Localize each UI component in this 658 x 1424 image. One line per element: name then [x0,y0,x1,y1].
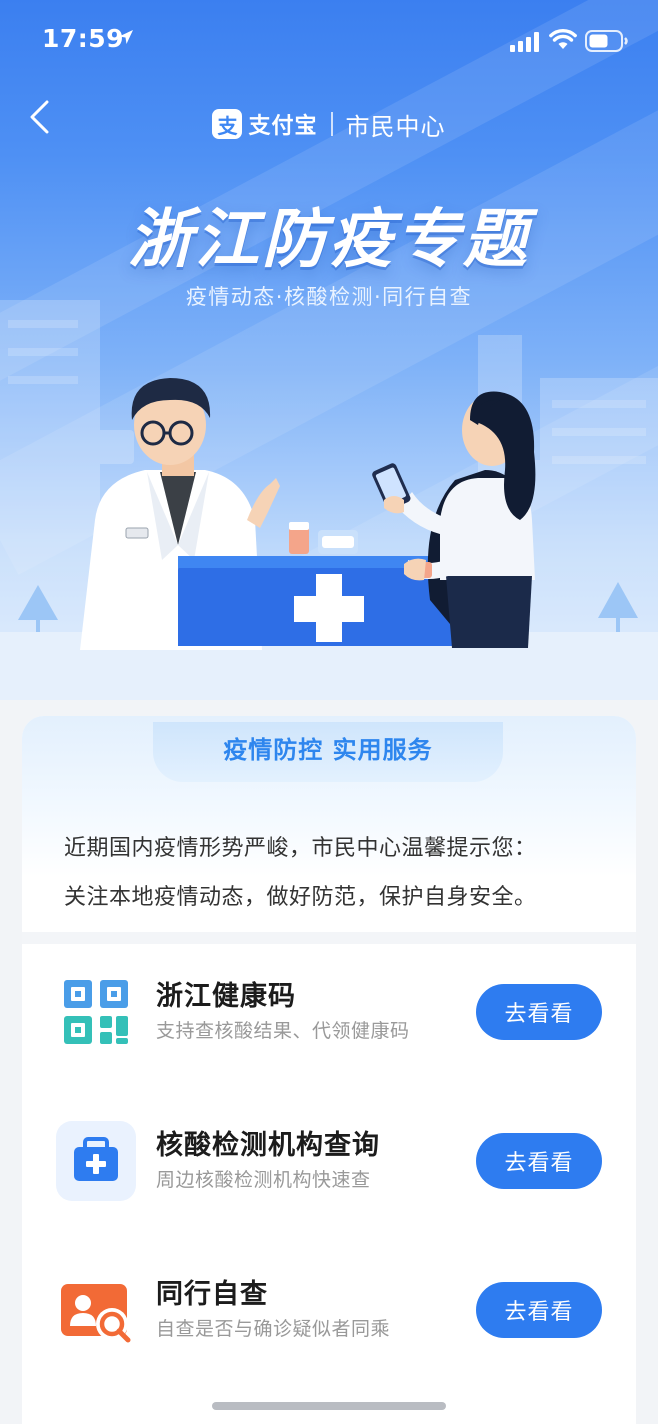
service-desc: 自查是否与确诊疑似者同乘 [156,1318,391,1340]
wifi-icon [549,28,577,49]
qr-code-icon [64,980,128,1044]
service-desc: 周边核酸检测机构快速查 [156,1169,371,1191]
brand-divider [330,112,333,136]
alipay-logo-icon: 支 [212,109,243,139]
pharmacy-illustration [0,300,658,700]
cellular-signal-icon [510,32,539,52]
brand-name: 支付宝 [248,114,318,139]
service-item-health-code[interactable]: 浙江健康码 支持查核酸结果、代领健康码 去看看 [22,962,636,1062]
location-arrow-icon [119,30,133,44]
hero-banner: 17:59 支 支付宝 市民中心 浙江防疫专题 疫情动态·核酸检测·同行自查 [0,0,658,700]
notice-line: 关注本地疫情动态，做好防范，保护自身安全。 [64,885,537,910]
service-desc: 支持查核酸结果、代领健康码 [156,1020,410,1042]
go-button-testing-sites[interactable]: 去看看 [476,1133,602,1189]
status-time: 17:59 [42,24,125,53]
service-item-trip-check[interactable]: 同行自查 自查是否与确诊疑似者同乘 去看看 [22,1260,636,1360]
service-title: 同行自查 [156,1279,268,1310]
person-search-icon [61,1284,131,1343]
go-button-health-code[interactable]: 去看看 [476,984,602,1040]
section-divider [22,932,636,944]
service-title: 核酸检测机构查询 [156,1130,380,1161]
section-header: 疫情防控 实用服务 [223,736,433,764]
services-card: 疫情防控 实用服务 近期国内疫情形势严峻，市民中心温馨提示您： 关注本地疫情动态… [22,716,636,1424]
go-button-trip-check[interactable]: 去看看 [476,1282,602,1338]
medical-kit-icon [56,1121,136,1201]
status-bar: 17:59 [0,0,658,84]
notice-text: 近期国内疫情形势严峻，市民中心温馨提示您： 关注本地疫情动态，做好防范，保护自身… [64,824,604,922]
home-indicator[interactable] [212,1402,446,1410]
brand-header: 支 支付宝 市民中心 [0,102,658,146]
hero-title: 浙江防疫专题 [128,203,530,277]
service-title: 浙江健康码 [156,981,296,1012]
notice-line: 近期国内疫情形势严峻，市民中心温馨提示您： [64,836,537,861]
page-subtitle: 市民中心 [345,112,446,141]
service-item-testing-sites[interactable]: 核酸检测机构查询 周边核酸检测机构快速查 去看看 [22,1111,636,1211]
battery-icon [585,30,628,52]
